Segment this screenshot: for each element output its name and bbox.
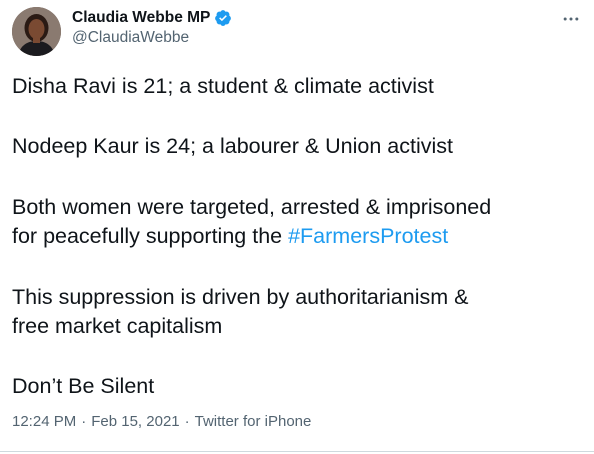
tweet-source[interactable]: Twitter for iPhone [195, 413, 312, 430]
tweet-line-nodeep: Nodeep Kaur is 24; a labourer & Union ac… [12, 134, 453, 158]
tweet-line-suppression: This suppression is driven by authoritar… [12, 285, 469, 309]
verified-badge-icon [215, 10, 232, 26]
meta-separator: · [184, 413, 190, 430]
profile-photo-icon [12, 7, 61, 56]
author-name-row[interactable]: Claudia Webbe MP [72, 9, 232, 27]
hashtag-link[interactable]: #FarmersProtest [288, 224, 448, 248]
tweet-line-capitalism: free market capitalism [12, 314, 223, 338]
tweet-line-supporting: for peacefully supporting the [12, 224, 289, 248]
tweet-card: Claudia Webbe MP @ClaudiaWebbe Disha Rav… [0, 0, 594, 454]
divider [0, 451, 594, 452]
tweet-metadata: 12:24 PM · Feb 15, 2021 · Twitter for iP… [12, 413, 311, 430]
tweet-paragraph-suppression: This suppression is driven by authoritar… [12, 283, 468, 341]
tweet-line-targeted: Both women were targeted, arrested & imp… [12, 195, 492, 219]
tweet-line-disha: Disha Ravi is 21; a student & climate ac… [12, 74, 434, 98]
author-display-name[interactable]: Claudia Webbe MP [72, 9, 210, 27]
tweet-date[interactable]: Feb 15, 2021 [91, 413, 179, 430]
meta-separator: · [81, 413, 87, 430]
author-handle[interactable]: @ClaudiaWebbe [72, 29, 189, 47]
tweet-line-silent: Don’t Be Silent [12, 374, 155, 398]
tweet-paragraph-targeted: Both women were targeted, arrested & imp… [12, 193, 491, 251]
avatar[interactable] [12, 7, 61, 56]
more-options-button[interactable] [560, 8, 582, 30]
tweet-time[interactable]: 12:24 PM [12, 413, 76, 430]
more-horizontal-icon [563, 17, 579, 21]
